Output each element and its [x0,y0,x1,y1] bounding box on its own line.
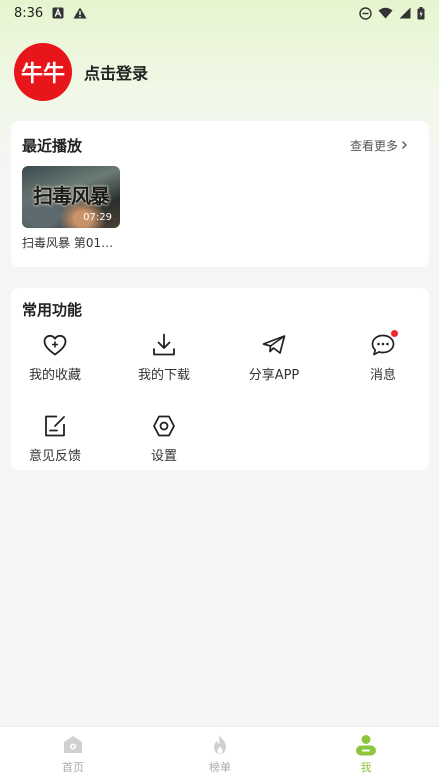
settings-label: 设置 [150,449,177,464]
chevron-right-icon [401,139,408,153]
unread-badge [391,330,398,337]
download-icon [151,332,177,358]
feedback-label: 意见反馈 [28,449,81,464]
video-title[interactable]: 扫毒风暴 第01… [22,234,122,251]
battery-icon [417,6,425,20]
settings-button[interactable]: 设置 [114,413,214,464]
profile-header[interactable]: 牛牛 点击登录 [14,43,148,101]
wifi-icon [378,7,393,19]
dnd-icon [359,6,372,20]
signal-icon [399,7,411,19]
messages-label: 消息 [369,368,396,383]
poster-title: 扫毒风暴 [33,184,110,208]
share-app-button[interactable]: 分享APP [224,332,324,383]
recent-playback-card: 最近播放 查看更多 扫毒风暴 07:29 扫毒风暴 第01… [11,121,429,267]
feedback-icon [42,413,68,439]
nav-home[interactable]: 首页 [43,733,103,775]
nav-home-label: 首页 [62,761,84,774]
bottom-navigation: 首页 榜单 我 [0,726,439,780]
common-functions-title: 常用功能 [22,301,83,319]
person-icon [354,733,378,757]
status-time: 8:36 [14,5,44,21]
warning-icon [73,7,87,19]
heart-plus-icon [42,332,68,358]
favorites-label: 我的收藏 [28,368,81,383]
messages-button[interactable]: 消息 [333,330,433,383]
downloads-button[interactable]: 我的下载 [114,332,214,383]
flame-icon [208,733,232,757]
share-app-label: 分享APP [248,368,300,383]
login-link[interactable]: 点击登录 [84,60,148,84]
home-icon [61,733,85,757]
see-more-label: 查看更多 [349,139,398,153]
paper-plane-icon [261,332,287,358]
see-more-link[interactable]: 查看更多 [350,137,408,154]
nav-me-label: 我 [360,761,372,774]
favorites-button[interactable]: 我的收藏 [5,332,105,383]
a-notification-icon [52,7,64,19]
video-duration: 07:29 [83,212,112,223]
message-icon [370,330,398,358]
nav-rankings-label: 榜单 [209,761,231,774]
recent-playback-title: 最近播放 [22,137,83,155]
nav-rankings[interactable]: 榜单 [190,733,250,775]
common-functions-card: 常用功能 我的收藏 我的下载 分享APP 消息 意见反馈 设置 [11,288,429,470]
feedback-button[interactable]: 意见反馈 [5,413,105,464]
avatar[interactable]: 牛牛 [14,43,72,101]
video-thumbnail[interactable]: 扫毒风暴 07:29 [22,166,120,228]
settings-icon [151,413,177,439]
avatar-text: 牛牛 [20,62,65,87]
nav-me[interactable]: 我 [336,733,396,775]
downloads-label: 我的下载 [137,368,190,383]
status-bar: 8:36 [0,0,439,26]
